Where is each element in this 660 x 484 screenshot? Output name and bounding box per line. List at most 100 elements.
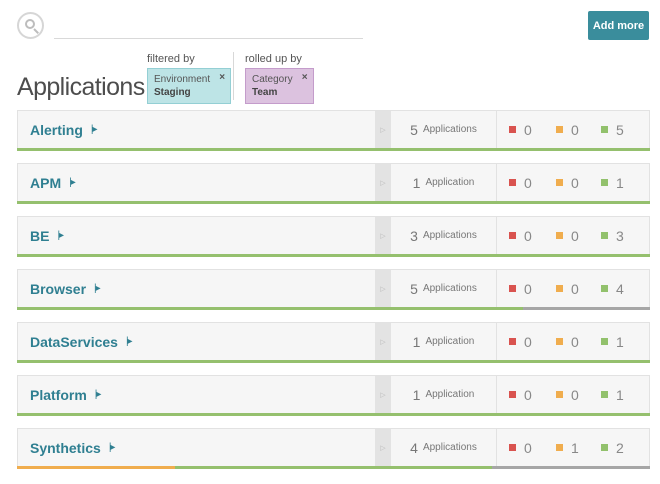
application-count: 1 Application <box>391 323 497 360</box>
close-icon[interactable]: × <box>219 71 225 84</box>
count-number: 1 <box>412 386 421 403</box>
page-title: Applications <box>17 73 145 101</box>
critical-count-value: 0 <box>524 386 532 403</box>
drill-down-icon[interactable]: |▸ <box>94 283 101 294</box>
healthy-square-icon <box>601 338 608 345</box>
warning-count: 0 <box>556 217 579 254</box>
application-count: 1 Application <box>391 376 497 413</box>
application-group-row[interactable]: BE |▸ ▷ 3 Applications 0 0 3 <box>17 216 650 257</box>
group-name-cell: APM |▸ <box>18 164 374 201</box>
count-label: Application <box>425 336 475 347</box>
healthy-square-icon <box>601 232 608 239</box>
drill-down-icon[interactable]: |▸ <box>95 389 102 400</box>
count-number: 1 <box>412 333 421 350</box>
expand-arrow-icon[interactable]: ▷ <box>375 323 391 360</box>
health-bar <box>17 360 650 363</box>
health-bar-segment-green <box>17 254 650 257</box>
expand-arrow-icon[interactable]: ▷ <box>375 376 391 413</box>
expand-arrow-icon[interactable]: ▷ <box>375 111 391 148</box>
warning-square-icon <box>556 338 563 345</box>
health-bar-segment-green <box>175 466 492 469</box>
group-name[interactable]: Synthetics <box>30 440 101 456</box>
search-icon[interactable] <box>17 12 44 39</box>
application-count: 1 Application <box>391 164 497 201</box>
expand-arrow-icon[interactable]: ▷ <box>375 217 391 254</box>
critical-square-icon <box>509 285 516 292</box>
add-more-button[interactable]: Add more <box>588 11 649 40</box>
critical-square-icon <box>509 232 516 239</box>
count-label: Application <box>425 389 475 400</box>
application-count: 5 Applications <box>391 111 497 148</box>
drill-down-icon[interactable]: |▸ <box>109 442 116 453</box>
critical-square-icon <box>509 338 516 345</box>
application-group-row[interactable]: APM |▸ ▷ 1 Application 0 0 1 <box>17 163 650 204</box>
healthy-count-value: 5 <box>616 121 624 138</box>
expand-arrow-icon[interactable]: ▷ <box>375 164 391 201</box>
application-count: 3 Applications <box>391 217 497 254</box>
application-group-row[interactable]: Alerting |▸ ▷ 5 Applications 0 0 5 <box>17 110 650 151</box>
health-bar-segment-green <box>17 360 650 363</box>
count-label: Applications <box>422 230 477 241</box>
warning-count: 0 <box>556 323 579 360</box>
filter-divider <box>233 52 234 100</box>
critical-count-value: 0 <box>524 227 532 244</box>
health-bar-segment-green <box>17 148 650 151</box>
application-group-row[interactable]: DataServices |▸ ▷ 1 Application 0 0 1 <box>17 322 650 363</box>
group-name[interactable]: Platform <box>30 387 87 403</box>
warning-square-icon <box>556 285 563 292</box>
health-bar <box>17 413 650 416</box>
healthy-count: 2 <box>601 429 624 466</box>
critical-square-icon <box>509 391 516 398</box>
warning-count: 0 <box>556 270 579 307</box>
application-group-row[interactable]: Platform |▸ ▷ 1 Application 0 0 1 <box>17 375 650 416</box>
count-label: Applications <box>422 283 477 294</box>
healthy-count-value: 2 <box>616 439 624 456</box>
group-name[interactable]: DataServices <box>30 334 118 350</box>
drill-down-icon[interactable]: |▸ <box>69 177 76 188</box>
warning-count: 0 <box>556 376 579 413</box>
drill-down-icon[interactable]: |▸ <box>126 336 133 347</box>
rolled-up-by-group: rolled up by Category Team × <box>245 53 314 104</box>
critical-square-icon <box>509 444 516 451</box>
drill-down-icon[interactable]: |▸ <box>91 124 98 135</box>
critical-count-value: 0 <box>524 439 532 456</box>
healthy-square-icon <box>601 179 608 186</box>
group-name[interactable]: BE <box>30 228 49 244</box>
group-name-cell: DataServices |▸ <box>18 323 374 360</box>
expand-arrow-icon[interactable]: ▷ <box>375 429 391 466</box>
group-name-cell: Synthetics |▸ <box>18 429 374 466</box>
drill-down-icon[interactable]: |▸ <box>57 230 64 241</box>
critical-count-value: 0 <box>524 121 532 138</box>
healthy-count-value: 1 <box>616 333 624 350</box>
group-name[interactable]: APM <box>30 175 61 191</box>
application-group-list: Alerting |▸ ▷ 5 Applications 0 0 5 APM |… <box>17 110 650 481</box>
warning-count: 1 <box>556 429 579 466</box>
warning-square-icon <box>556 232 563 239</box>
healthy-count-value: 1 <box>616 174 624 191</box>
close-icon[interactable]: × <box>302 71 308 84</box>
critical-count: 0 <box>509 217 532 254</box>
warning-square-icon <box>556 391 563 398</box>
health-bar <box>17 201 650 204</box>
category-rollup-chip[interactable]: Category Team × <box>245 68 314 104</box>
count-label: Application <box>425 177 475 188</box>
environment-filter-chip[interactable]: Environment Staging × <box>147 68 232 104</box>
search-input[interactable] <box>54 14 363 39</box>
healthy-count: 1 <box>601 164 624 201</box>
group-name[interactable]: Browser <box>30 281 86 297</box>
application-group-row[interactable]: Browser |▸ ▷ 5 Applications 0 0 4 <box>17 269 650 310</box>
chip-key: Category <box>252 74 293 85</box>
application-count: 5 Applications <box>391 270 497 307</box>
critical-count: 0 <box>509 429 532 466</box>
critical-count: 0 <box>509 323 532 360</box>
health-bar-segment-gray <box>491 466 650 469</box>
healthy-count-value: 3 <box>616 227 624 244</box>
expand-arrow-icon[interactable]: ▷ <box>375 270 391 307</box>
warning-count: 0 <box>556 111 579 148</box>
warning-count-value: 1 <box>571 439 579 456</box>
warning-square-icon <box>556 126 563 133</box>
application-group-row[interactable]: Synthetics |▸ ▷ 4 Applications 0 1 2 <box>17 428 650 469</box>
filtered-by-caption: filtered by <box>147 53 195 65</box>
application-count: 4 Applications <box>391 429 497 466</box>
group-name[interactable]: Alerting <box>30 122 83 138</box>
